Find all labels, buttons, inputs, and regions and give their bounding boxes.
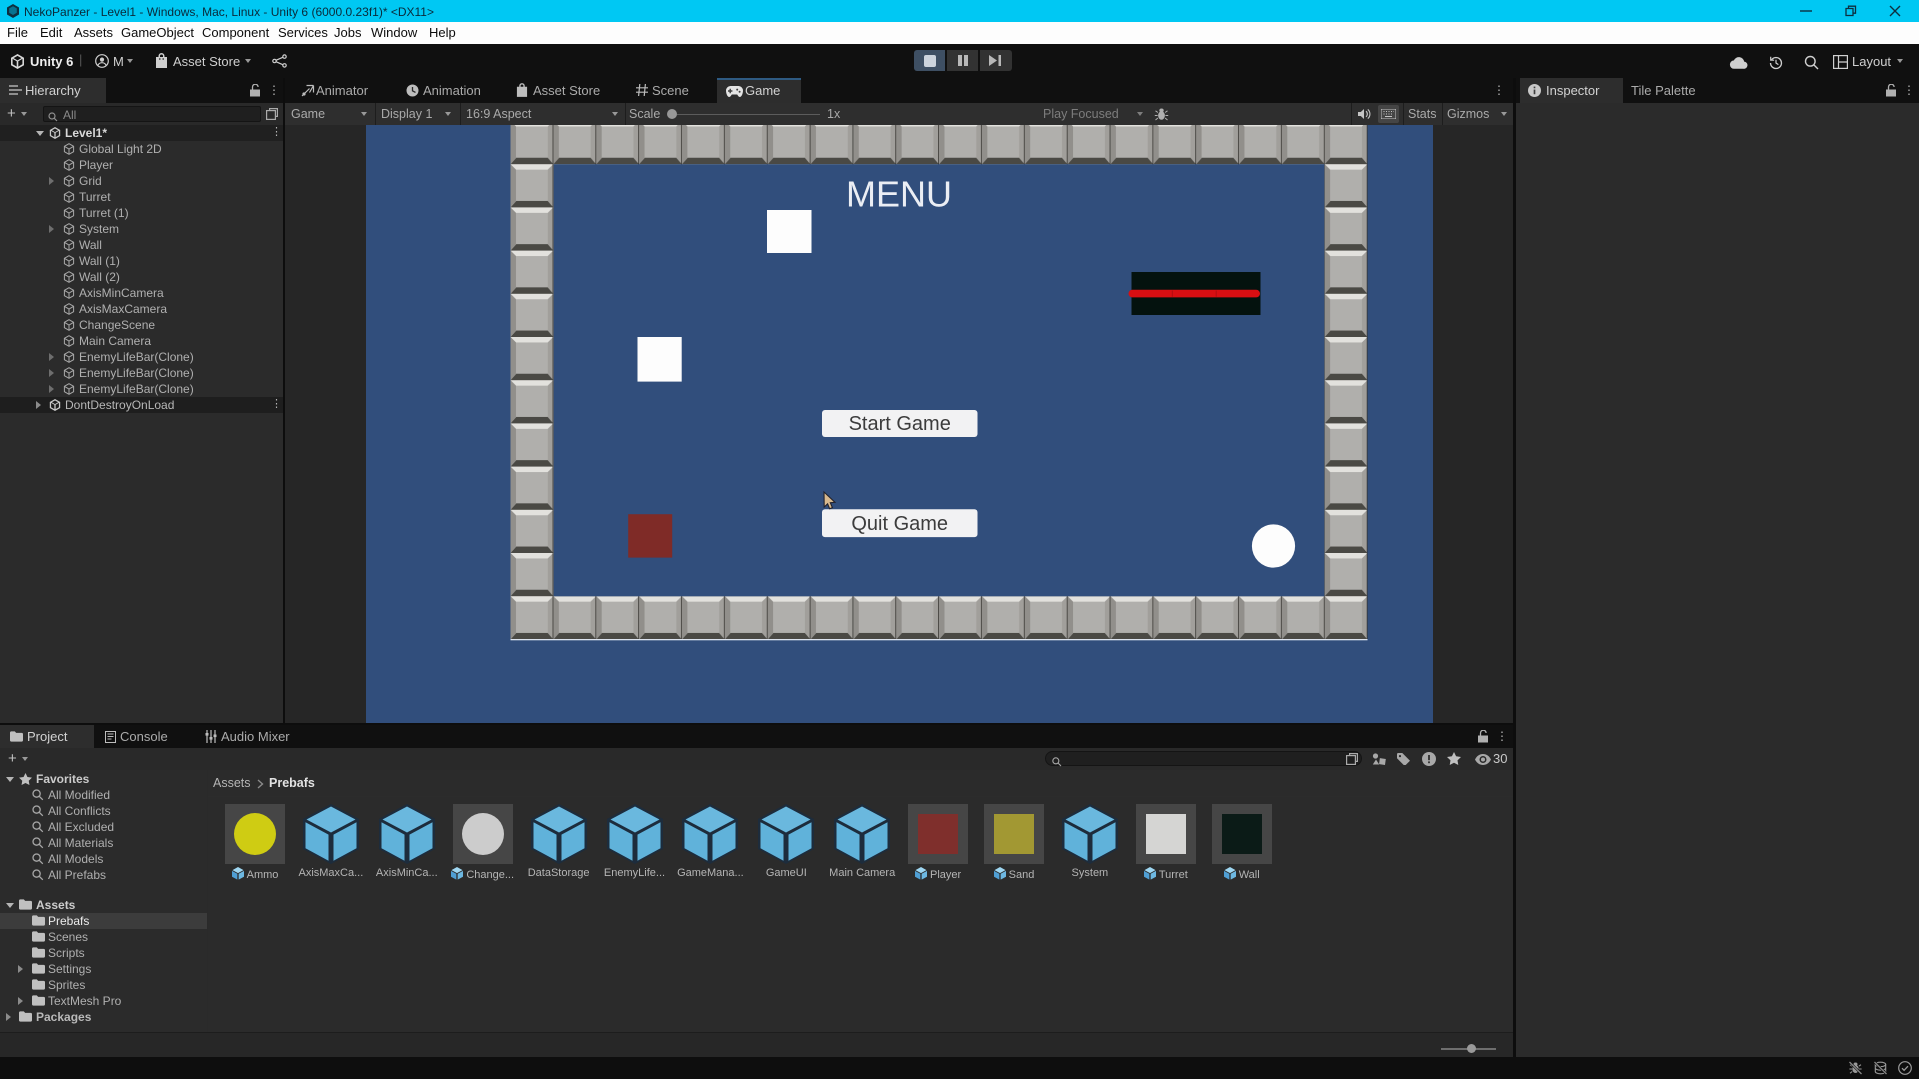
svg-text:MENU: MENU — [846, 174, 952, 215]
svg-text:Start Game: Start Game — [848, 413, 950, 435]
svg-text:Quit Game: Quit Game — [851, 513, 948, 535]
